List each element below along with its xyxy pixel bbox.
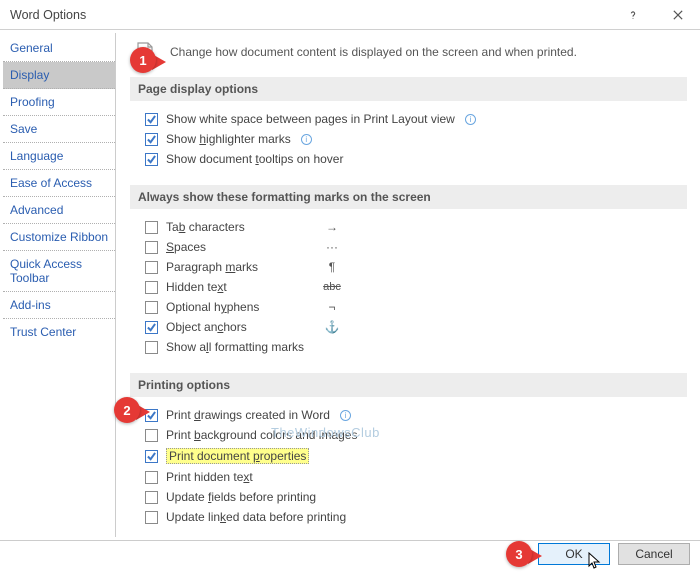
label-hidden-text: Hidden text (166, 280, 296, 294)
opt-highlighter[interactable]: Show highlighter marks i (145, 129, 687, 149)
checkbox-print-background[interactable] (145, 429, 158, 442)
dialog-footer: OK Cancel (0, 540, 700, 566)
label-all-formatting: Show all formatting marks (166, 340, 304, 354)
opt-tab-chars[interactable]: Tab characters → (145, 217, 687, 237)
checkbox-print-hidden[interactable] (145, 471, 158, 484)
checkbox-highlighter[interactable] (145, 133, 158, 146)
label-update-linked: Update linked data before printing (166, 510, 346, 524)
opt-print-hidden[interactable]: Print hidden text (145, 467, 687, 487)
checkbox-hidden-text[interactable] (145, 281, 158, 294)
label-tab: Tab characters (166, 220, 296, 234)
mark-pilcrow-icon: ¶ (322, 260, 342, 274)
ok-button[interactable]: OK (538, 543, 610, 565)
sidebar-item-save[interactable]: Save (3, 116, 115, 143)
label-print-drawings: Print drawings created in Word (166, 408, 330, 422)
opt-object-anchors[interactable]: Object anchors ⚓ (145, 317, 687, 337)
sidebar-item-advanced[interactable]: Advanced (3, 197, 115, 224)
sidebar-item-proofing[interactable]: Proofing (3, 89, 115, 116)
sidebar: General Display Proofing Save Language E… (3, 33, 116, 537)
label-anchors: Object anchors (166, 320, 296, 334)
titlebar: Word Options (0, 0, 700, 30)
window-title: Word Options (10, 8, 610, 22)
formatting-marks-options: Tab characters → Spaces ··· Paragraph ma… (130, 217, 687, 357)
sidebar-item-quick-access-toolbar[interactable]: Quick Access Toolbar (3, 251, 115, 292)
dialog-body: General Display Proofing Save Language E… (0, 30, 700, 540)
opt-all-formatting[interactable]: Show all formatting marks (145, 337, 687, 357)
label-paragraph: Paragraph marks (166, 260, 296, 274)
opt-optional-hyphens[interactable]: Optional hyphens ¬ (145, 297, 687, 317)
panel-header-text: Change how document content is displayed… (170, 45, 577, 59)
main-panel: Change how document content is displayed… (116, 33, 697, 537)
sidebar-item-customize-ribbon[interactable]: Customize Ribbon (3, 224, 115, 251)
group-formatting-marks: Always show these formatting marks on th… (130, 185, 687, 209)
checkbox-tab[interactable] (145, 221, 158, 234)
close-button[interactable] (655, 0, 700, 30)
checkbox-white-space[interactable] (145, 113, 158, 126)
checkbox-print-doc-properties[interactable] (145, 450, 158, 463)
opt-tooltips[interactable]: Show document tooltips on hover (145, 149, 687, 169)
opt-paragraph[interactable]: Paragraph marks ¶ (145, 257, 687, 277)
opt-update-fields[interactable]: Update fields before printing (145, 487, 687, 507)
checkbox-hyphens[interactable] (145, 301, 158, 314)
opt-white-space[interactable]: Show white space between pages in Print … (145, 109, 687, 129)
info-icon[interactable]: i (301, 134, 312, 145)
checkbox-update-linked[interactable] (145, 511, 158, 524)
mark-hyphen-icon: ¬ (322, 300, 342, 314)
mark-dots-icon: ··· (322, 240, 342, 254)
info-icon[interactable]: i (465, 114, 476, 125)
opt-hidden-text[interactable]: Hidden text abc (145, 277, 687, 297)
mark-anchor-icon: ⚓ (322, 320, 342, 334)
sidebar-item-add-ins[interactable]: Add-ins (3, 292, 115, 319)
display-page-icon (132, 41, 158, 63)
checkbox-paragraph[interactable] (145, 261, 158, 274)
checkbox-spaces[interactable] (145, 241, 158, 254)
group-printing-options: Printing options (130, 373, 687, 397)
info-icon[interactable]: i (340, 410, 351, 421)
page-display-options: Show white space between pages in Print … (130, 109, 687, 169)
sidebar-item-display[interactable]: Display (3, 62, 115, 89)
checkbox-tooltips[interactable] (145, 153, 158, 166)
sidebar-item-language[interactable]: Language (3, 143, 115, 170)
label-white-space: Show white space between pages in Print … (166, 112, 455, 126)
sidebar-item-general[interactable]: General (3, 35, 115, 62)
checkbox-print-drawings[interactable] (145, 409, 158, 422)
label-print-background: Print background colors and images (166, 428, 357, 442)
opt-print-drawings[interactable]: Print drawings created in Word i (145, 405, 687, 425)
opt-print-doc-properties[interactable]: Print document properties (145, 445, 687, 467)
label-highlighter: Show highlighter marks (166, 132, 291, 146)
opt-update-linked[interactable]: Update linked data before printing (145, 507, 687, 527)
label-hyphens: Optional hyphens (166, 300, 296, 314)
group-page-display: Page display options (130, 77, 687, 101)
sidebar-item-ease-of-access[interactable]: Ease of Access (3, 170, 115, 197)
label-print-hidden: Print hidden text (166, 470, 253, 484)
opt-print-background[interactable]: Print background colors and images (145, 425, 687, 445)
panel-header: Change how document content is displayed… (130, 41, 687, 63)
checkbox-anchors[interactable] (145, 321, 158, 334)
checkbox-all-formatting[interactable] (145, 341, 158, 354)
opt-spaces[interactable]: Spaces ··· (145, 237, 687, 257)
checkbox-update-fields[interactable] (145, 491, 158, 504)
label-tooltips: Show document tooltips on hover (166, 152, 343, 166)
label-update-fields: Update fields before printing (166, 490, 316, 504)
label-print-doc-properties: Print document properties (166, 448, 309, 464)
printing-options: Print drawings created in Word i Print b… (130, 405, 687, 527)
label-spaces: Spaces (166, 240, 296, 254)
mark-tab-icon: → (322, 220, 342, 234)
sidebar-item-trust-center[interactable]: Trust Center (3, 319, 115, 346)
mark-abc-icon: abc (322, 281, 342, 293)
cancel-button[interactable]: Cancel (618, 543, 690, 565)
help-button[interactable] (610, 0, 655, 30)
